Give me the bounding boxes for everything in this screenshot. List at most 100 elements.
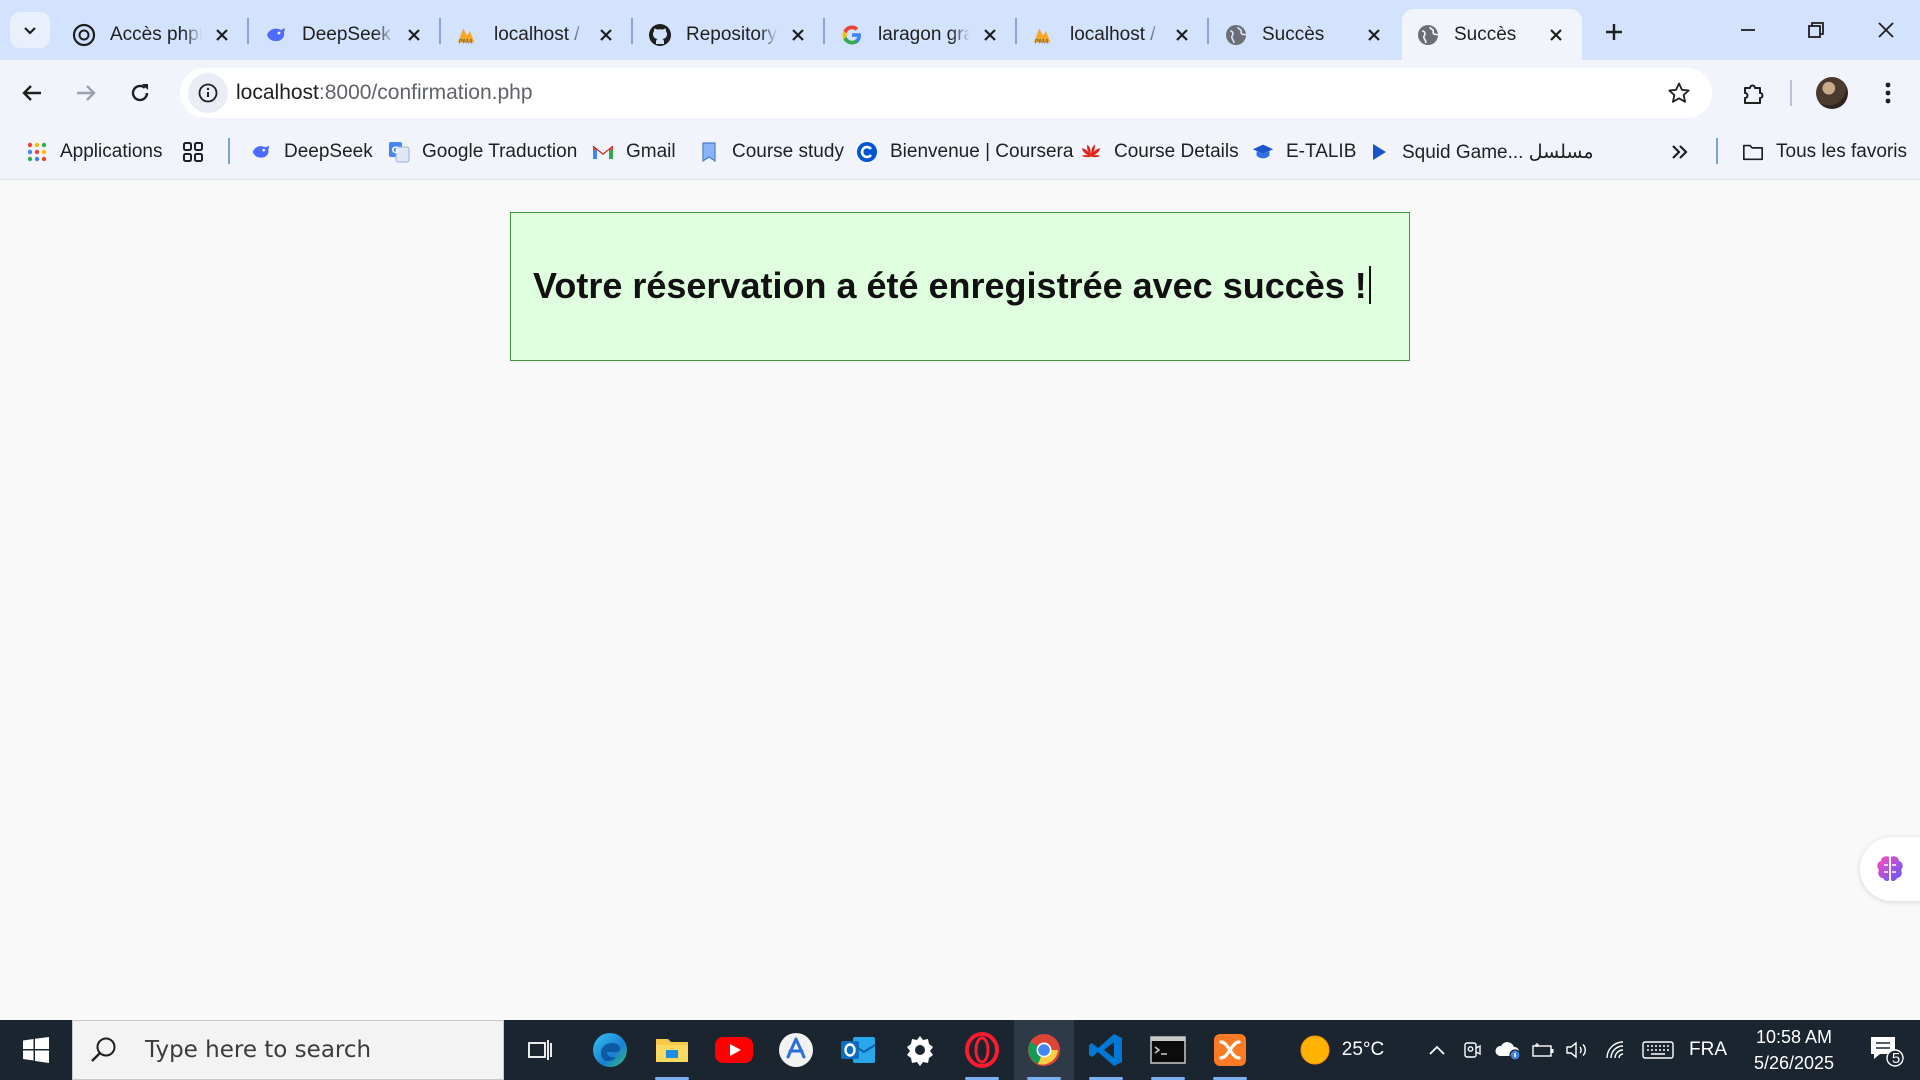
tab-divider: [631, 18, 633, 44]
new-tab-button[interactable]: [1596, 14, 1632, 50]
file-explorer-app[interactable]: [642, 1020, 702, 1080]
close-icon[interactable]: [594, 23, 618, 47]
tray-battery[interactable]: [1528, 1020, 1558, 1080]
vscode-icon: [1089, 1034, 1122, 1066]
arrow-right-icon: [77, 85, 96, 101]
bookmarks-overflow-button[interactable]: [1668, 136, 1702, 168]
task-view-button[interactable]: [510, 1020, 570, 1080]
close-icon[interactable]: [402, 23, 426, 47]
bookmark-course-study[interactable]: Course study: [698, 136, 844, 168]
star-icon: [1668, 82, 1690, 103]
bookmark-google-traduction[interactable]: G Google Traduction: [388, 136, 577, 168]
address-bar[interactable]: localhost:8000/confirmation.php: [180, 68, 1712, 118]
start-button[interactable]: [0, 1020, 72, 1080]
tab-deepseek[interactable]: DeepSeek: [250, 9, 440, 60]
close-window-button[interactable]: [1856, 6, 1916, 54]
success-message-text: Votre réservation a été enregistrée avec…: [533, 265, 1367, 306]
ai-assistant-widget[interactable]: [1860, 837, 1920, 901]
app-store-app[interactable]: [766, 1020, 826, 1080]
bookmark-label: Course study: [732, 141, 844, 162]
tab-succes-active[interactable]: Succès: [1402, 9, 1582, 60]
reload-button[interactable]: [120, 73, 160, 113]
terminal-app[interactable]: [1138, 1020, 1198, 1080]
tray-wifi[interactable]: [1600, 1020, 1634, 1080]
bookmark-applications[interactable]: Applications: [26, 136, 162, 168]
graduation-cap-icon: [1252, 141, 1274, 163]
tray-keyboard[interactable]: [1638, 1020, 1678, 1080]
weather-widget[interactable]: 25°C: [1290, 1020, 1394, 1080]
bookmark-deepseek[interactable]: DeepSeek: [250, 136, 373, 168]
close-icon[interactable]: [1544, 23, 1568, 47]
bookmark-squid-game[interactable]: Squid Game... مسلسل: [1368, 136, 1594, 168]
url-text[interactable]: localhost:8000/confirmation.php: [236, 81, 533, 105]
opera-icon: [965, 1032, 999, 1068]
extensions-button[interactable]: [1734, 73, 1774, 113]
close-icon[interactable]: [786, 23, 810, 47]
bookmark-gmail[interactable]: Gmail: [592, 136, 676, 168]
tab-acces-phpmyadmin[interactable]: Accès phpMyAdmin: [58, 9, 248, 60]
close-icon: [1878, 22, 1894, 38]
taskbar-clock[interactable]: 10:58 AM 5/26/2025: [1736, 1024, 1852, 1076]
tab-succes-1[interactable]: Succès: [1210, 9, 1400, 60]
svg-text:PMA: PMA: [1035, 37, 1049, 45]
bookmark-icon: [698, 141, 720, 163]
close-icon[interactable]: [1362, 23, 1386, 47]
tab-strip: Accès phpMyAdmin DeepSeek PMA localhost …: [0, 0, 1920, 60]
tray-meet-now[interactable]: [1456, 1020, 1488, 1080]
tray-onedrive[interactable]: [1490, 1020, 1526, 1080]
windows-logo-icon: [23, 1037, 49, 1063]
bookmark-e-talib[interactable]: E-TALIB: [1252, 136, 1356, 168]
tray-volume[interactable]: [1562, 1020, 1592, 1080]
close-icon[interactable]: [978, 23, 1002, 47]
close-icon[interactable]: [1170, 23, 1194, 47]
chrome-icon: [1028, 1034, 1060, 1066]
chevron-double-right-icon: [1668, 141, 1690, 163]
tab-title: localhost / phpMyAdmin: [1070, 23, 1162, 45]
xampp-icon: [1214, 1034, 1246, 1066]
bookmark-bienvenue-coursera[interactable]: Bienvenue | Coursera: [856, 136, 1073, 168]
back-button[interactable]: [12, 73, 52, 113]
bookmark-star-button[interactable]: [1666, 80, 1692, 106]
svg-text:G: G: [392, 146, 399, 156]
vscode-app[interactable]: [1076, 1020, 1136, 1080]
openai-icon: [72, 23, 96, 47]
bookmark-label: Bienvenue | Coursera: [890, 141, 1074, 162]
minimize-button[interactable]: [1718, 6, 1778, 54]
svg-text:PMA: PMA: [459, 37, 473, 45]
webcam-icon: [1464, 1042, 1481, 1058]
bookmark-course-details[interactable]: Course Details: [1080, 136, 1239, 168]
tab-search-button[interactable]: [10, 12, 50, 48]
site-info-button[interactable]: [188, 73, 228, 113]
edge-app[interactable]: [580, 1020, 640, 1080]
profile-avatar[interactable]: [1816, 77, 1848, 109]
tab-localhost-phpmyadmin-1[interactable]: PMA localhost / phpMyAdmin: [442, 9, 632, 60]
chevron-up-icon: [1429, 1045, 1445, 1055]
opera-app[interactable]: [952, 1020, 1012, 1080]
menu-button[interactable]: [1868, 73, 1908, 113]
tab-laragon-graphique[interactable]: laragon graphique: [826, 9, 1016, 60]
restore-button[interactable]: [1786, 6, 1846, 54]
gear-icon: [907, 1036, 933, 1066]
reload-icon: [131, 84, 149, 102]
settings-app[interactable]: [890, 1020, 950, 1080]
tab-groups-button[interactable]: [182, 136, 216, 168]
outlook-app[interactable]: [828, 1020, 888, 1080]
all-bookmarks-folder[interactable]: Tous les favoris: [1742, 136, 1907, 168]
bookmarks-bar: Applications DeepSeek G Google Traductio…: [0, 126, 1920, 180]
chrome-app[interactable]: [1014, 1020, 1074, 1080]
close-icon[interactable]: [210, 23, 234, 47]
youtube-app[interactable]: [704, 1020, 764, 1080]
language-indicator[interactable]: FRA: [1684, 1020, 1732, 1080]
xampp-app[interactable]: [1200, 1020, 1260, 1080]
forward-button[interactable]: [66, 73, 106, 113]
tab-repository[interactable]: Repository: [634, 9, 824, 60]
search-icon: [89, 1035, 129, 1065]
arrow-left-icon: [22, 85, 41, 101]
tab-localhost-phpmyadmin-2[interactable]: PMA localhost / phpMyAdmin: [1018, 9, 1208, 60]
success-message-box: Votre réservation a été enregistrée avec…: [510, 212, 1410, 361]
tab-divider: [823, 18, 825, 44]
notification-center-button[interactable]: 5: [1852, 1020, 1920, 1080]
taskbar-search[interactable]: Type here to search: [72, 1020, 504, 1080]
show-hidden-icons-button[interactable]: [1420, 1020, 1454, 1080]
cloud-icon: [1495, 1042, 1521, 1061]
